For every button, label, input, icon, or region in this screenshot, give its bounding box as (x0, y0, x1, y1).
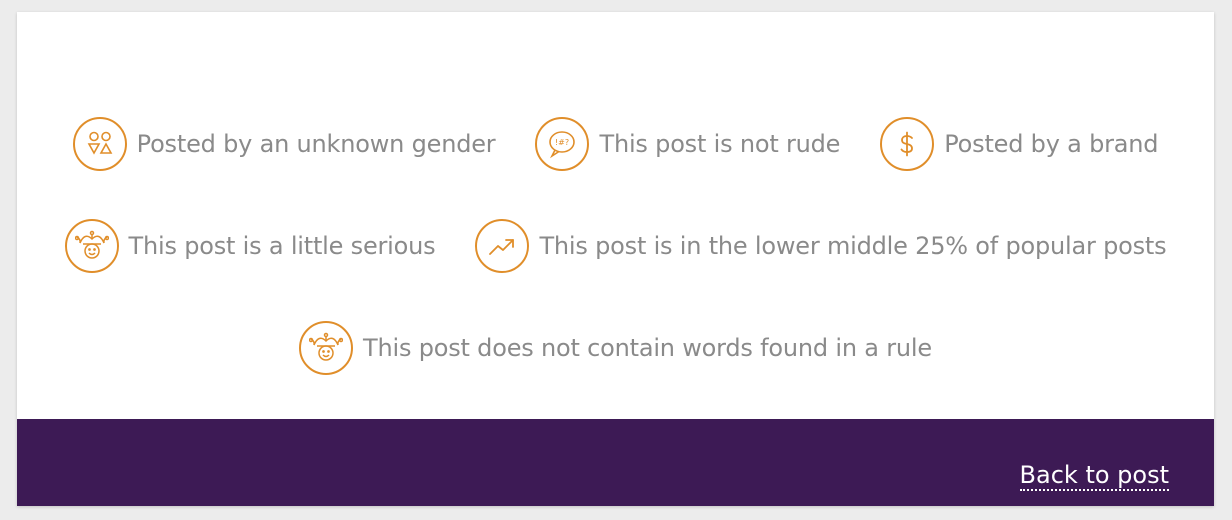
badge-row-1: Posted by an unknown gender !#? This pos… (17, 117, 1214, 171)
dollar-icon (880, 117, 935, 171)
badge-serious-label: This post is a little serious (128, 232, 436, 260)
badge-gender-label: Posted by an unknown gender (136, 130, 496, 158)
badge-popular: This post is in the lower middle 25% of … (475, 219, 1167, 273)
trending-up-icon (475, 219, 530, 273)
badges-content: Posted by an unknown gender !#? This pos… (17, 12, 1214, 419)
badges-card: Posted by an unknown gender !#? This pos… (17, 12, 1214, 506)
badge-row-3: This post does not contain words found i… (17, 321, 1214, 375)
svg-text:!#?: !#? (555, 138, 569, 147)
jester-icon (299, 321, 354, 375)
gender-icon (72, 117, 127, 171)
badge-rude-label: This post is not rude (599, 130, 841, 158)
badge-brand-label: Posted by a brand (944, 130, 1159, 158)
speech-bubble-icon: !#? (535, 117, 590, 171)
badge-rule: This post does not contain words found i… (299, 321, 932, 375)
badge-popular-label: This post is in the lower middle 25% of … (539, 232, 1167, 260)
badge-brand: Posted by a brand (880, 117, 1159, 171)
back-to-post-link[interactable]: Back to post (1019, 462, 1169, 492)
card-footer: Back to post (17, 419, 1214, 506)
badge-rule-label: This post does not contain words found i… (363, 334, 932, 362)
badge-serious: This post is a little serious (64, 219, 436, 273)
badge-rude: !#? This post is not rude (535, 117, 840, 171)
badge-row-2: This post is a little serious This post … (17, 219, 1214, 273)
jester-icon (64, 219, 119, 273)
badge-gender: Posted by an unknown gender (72, 117, 496, 171)
